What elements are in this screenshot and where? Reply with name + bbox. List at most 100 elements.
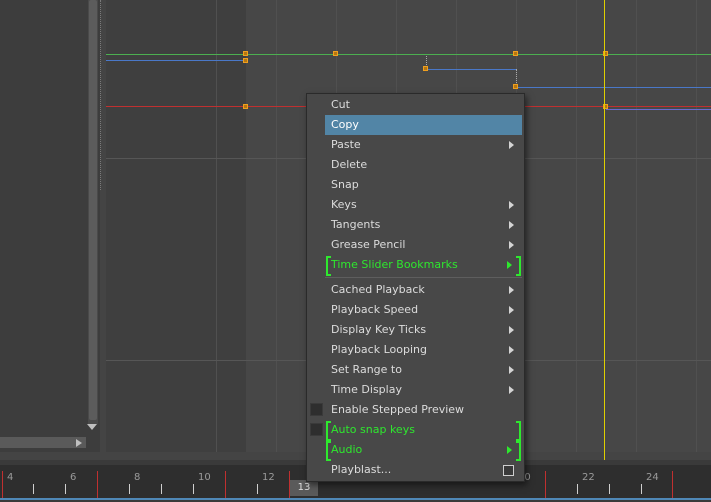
frame-label: 4: [7, 472, 14, 483]
frame-label: 6: [70, 472, 77, 483]
frame-label: 12: [262, 472, 275, 483]
frame-tick: [65, 484, 66, 494]
key-tick: [2, 471, 3, 499]
scroll-right-arrow-icon[interactable]: [76, 439, 82, 447]
keyframe[interactable]: [513, 84, 518, 89]
submenu-arrow-icon: [509, 241, 514, 249]
menu-item-snap[interactable]: Snap: [325, 175, 522, 195]
submenu-arrow-icon: [509, 141, 514, 149]
submenu-arrow-icon: [509, 366, 514, 374]
panel-divider[interactable]: [100, 0, 101, 190]
frame-label: 8: [134, 472, 141, 483]
key-tick: [545, 471, 546, 499]
grid-line: [216, 0, 217, 452]
menu-item-delete[interactable]: Delete: [325, 155, 522, 175]
menu-item-cached-playback[interactable]: Cached Playback: [325, 280, 522, 300]
menu-item-copy[interactable]: Copy: [325, 115, 522, 135]
menu-item-label: Cut: [331, 98, 350, 111]
key-tick: [225, 471, 226, 499]
menu-item-display-key-ticks[interactable]: Display Key Ticks: [325, 320, 522, 340]
menu-item-label: Grease Pencil: [331, 238, 406, 251]
submenu-arrow-icon: [509, 386, 514, 394]
blue-curve-segment[interactable]: [516, 87, 711, 88]
menu-item-auto-snap-keys[interactable]: Auto snap keys: [325, 420, 522, 441]
blue-curve-segment[interactable]: [426, 69, 516, 70]
menu-item-label: Playblast...: [331, 463, 392, 476]
menu-item-label: Snap: [331, 178, 359, 191]
option-box-icon[interactable]: [310, 403, 323, 416]
keyframe[interactable]: [243, 51, 248, 56]
key-tick: [97, 471, 98, 499]
grid-line: [696, 0, 697, 452]
keyframe[interactable]: [513, 51, 518, 56]
grid-line: [576, 0, 577, 452]
purple-curve-segment[interactable]: [606, 109, 711, 110]
menu-item-playback-speed[interactable]: Playback Speed: [325, 300, 522, 320]
menu-item-time-display[interactable]: Time Display: [325, 380, 522, 400]
highlight-bracket-right: [516, 421, 521, 441]
frame-tick: [257, 484, 258, 494]
menu-item-audio[interactable]: Audio: [325, 440, 522, 461]
time-slider-context-menu: Cut Copy Paste Delete Snap Keys Tangents…: [306, 93, 525, 482]
frame-label: 24: [646, 472, 659, 483]
highlight-bracket-right: [516, 256, 521, 276]
menu-item-label: Tangents: [331, 218, 381, 231]
keyframe[interactable]: [243, 104, 248, 109]
keyframe[interactable]: [243, 58, 248, 63]
submenu-arrow-icon: [507, 261, 512, 269]
submenu-arrow-icon: [509, 286, 514, 294]
menu-item-paste[interactable]: Paste: [325, 135, 522, 155]
menu-item-set-range-to[interactable]: Set Range to: [325, 360, 522, 380]
keyframe[interactable]: [333, 51, 338, 56]
current-time-marker[interactable]: [604, 0, 605, 460]
submenu-arrow-icon: [509, 306, 514, 314]
menu-item-label: Display Key Ticks: [331, 323, 427, 336]
menu-item-playblast[interactable]: Playblast...: [325, 460, 522, 480]
menu-item-label: Paste: [331, 138, 361, 151]
horizontal-scrollbar[interactable]: [0, 437, 86, 448]
scroll-down-arrow-icon[interactable]: [87, 424, 97, 430]
frame-label: 22: [582, 472, 595, 483]
menu-item-playback-looping[interactable]: Playback Looping: [325, 340, 522, 360]
vertical-scrollbar-thumb[interactable]: [89, 0, 97, 420]
frame-tick: [193, 484, 194, 494]
playback-range-bar: [0, 498, 711, 500]
menu-item-label: Time Slider Bookmarks: [331, 258, 458, 271]
menu-item-label: Audio: [331, 443, 363, 456]
frame-tick: [577, 484, 578, 494]
key-tick: [672, 471, 673, 499]
menu-item-time-slider-bookmarks[interactable]: Time Slider Bookmarks: [325, 255, 522, 276]
menu-item-label: Auto snap keys: [331, 423, 415, 436]
menu-item-tangents[interactable]: Tangents: [325, 215, 522, 235]
grid-line: [276, 0, 277, 452]
frame-label: 10: [198, 472, 211, 483]
menu-item-keys[interactable]: Keys: [325, 195, 522, 215]
submenu-arrow-icon: [507, 446, 512, 454]
menu-item-label: Set Range to: [331, 363, 402, 376]
menu-item-grease-pencil[interactable]: Grease Pencil: [325, 235, 522, 255]
current-frame-indicator[interactable]: 13: [290, 480, 318, 496]
menu-item-label: Time Display: [331, 383, 402, 396]
menu-item-cut[interactable]: Cut: [325, 95, 522, 115]
grid-line: [636, 0, 637, 452]
menu-separator: [325, 277, 522, 278]
frame-tick: [129, 484, 130, 494]
option-checkbox-icon[interactable]: [503, 465, 514, 476]
submenu-arrow-icon: [509, 201, 514, 209]
highlight-bracket-right: [516, 441, 521, 461]
submenu-arrow-icon: [509, 346, 514, 354]
menu-item-label: Cached Playback: [331, 283, 425, 296]
frame-tick: [609, 484, 610, 494]
frame-tick: [33, 484, 34, 494]
menu-item-label: Playback Looping: [331, 343, 427, 356]
menu-item-label: Playback Speed: [331, 303, 419, 316]
frame-tick: [641, 484, 642, 494]
submenu-arrow-icon: [509, 326, 514, 334]
green-curve[interactable]: [106, 54, 711, 55]
submenu-arrow-icon: [509, 221, 514, 229]
keyframe[interactable]: [423, 66, 428, 71]
menu-item-label: Copy: [331, 118, 359, 131]
blue-curve[interactable]: [106, 60, 246, 61]
option-box-icon[interactable]: [310, 423, 323, 436]
menu-item-enable-stepped-preview[interactable]: Enable Stepped Preview: [325, 400, 522, 420]
